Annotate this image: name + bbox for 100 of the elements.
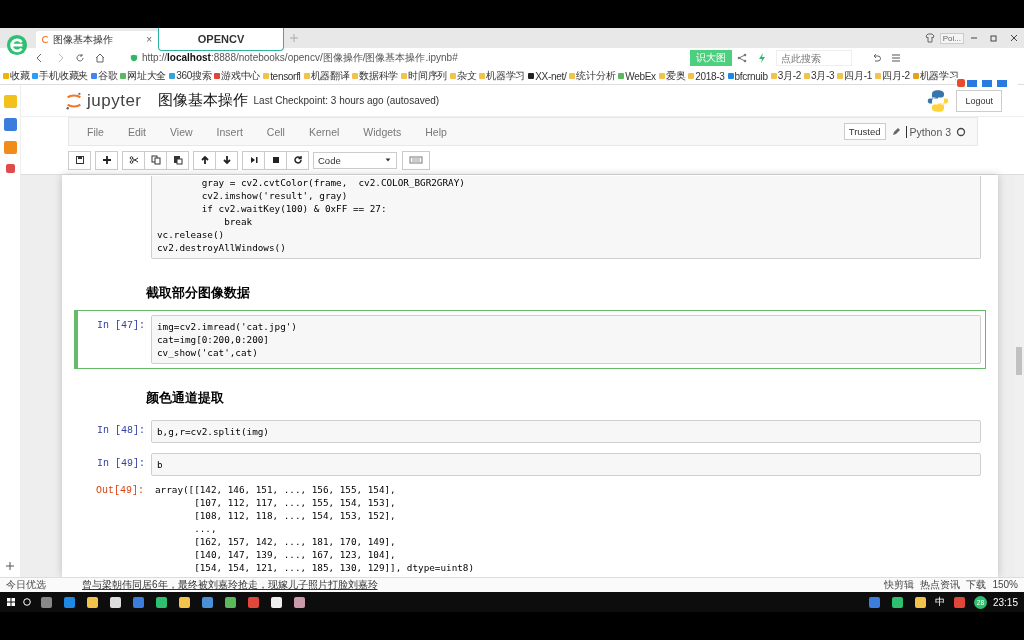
bookmark[interactable]: 四月-1: [837, 69, 872, 83]
tray-icon[interactable]: [891, 596, 903, 608]
status-item[interactable]: 150%: [992, 579, 1018, 591]
start-icon[interactable]: [6, 597, 16, 607]
menu-item[interactable]: View: [158, 125, 205, 138]
bookmark[interactable]: 四月-2: [875, 69, 910, 83]
kernel-status-icon: [956, 126, 966, 137]
news-icon[interactable]: [3, 118, 17, 131]
bookmark[interactable]: WebEx: [618, 70, 656, 82]
tray-icon[interactable]: [868, 596, 880, 608]
bookmark-label: 爱奥: [665, 69, 686, 83]
scrollbar-thumb[interactable]: [1016, 347, 1022, 375]
taskbar-app-icon[interactable]: [225, 596, 236, 608]
output-line: [154, 154, 121, ..., 185, 130, 129]], dtype=uint8): [193, 561, 475, 574]
lightning-icon[interactable]: [757, 53, 767, 63]
bookmark-icon: [120, 73, 127, 79]
shirt-icon[interactable]: [924, 33, 935, 43]
app-icon[interactable]: [5, 164, 15, 173]
scissors-icon: [128, 155, 139, 165]
code-line: cv_show('cat',cat): [157, 346, 259, 359]
paste-button[interactable]: [166, 150, 189, 170]
bookmark-label: 360搜索: [176, 69, 212, 83]
taskbar-app-icon[interactable]: [271, 596, 282, 608]
bookmark[interactable]: 爱奥: [658, 69, 686, 83]
undo-icon[interactable]: [871, 53, 881, 63]
notebook-title[interactable]: 图像基本操作: [157, 91, 248, 110]
restore-icon[interactable]: [989, 33, 999, 43]
bookmark[interactable]: bfcrnuib: [727, 70, 768, 82]
tab-close-button[interactable]: ×: [146, 34, 152, 45]
bookmark[interactable]: 3月-2: [770, 69, 802, 83]
move-up-button[interactable]: [193, 150, 216, 170]
keyboard-icon: [409, 155, 423, 165]
section-heading: 颜色通道提取: [145, 389, 225, 407]
menu-item[interactable]: Insert: [204, 125, 255, 138]
copy-button[interactable]: [144, 150, 167, 170]
bookmark[interactable]: XX-net/: [528, 70, 567, 82]
output-line: [107, 112, 117, ..., 155, 154, 153],: [193, 496, 397, 509]
bookmark-icon: [169, 73, 176, 79]
save-button[interactable]: [68, 150, 91, 170]
bookmark[interactable]: 360搜索: [169, 69, 212, 83]
browser-tab[interactable]: 图像基本操作 ×: [36, 31, 158, 48]
move-down-button[interactable]: [215, 150, 238, 170]
menu-item[interactable]: Edit: [115, 125, 158, 138]
output-line: [140, 147, 139, ..., 167, 123, 104],: [193, 548, 397, 561]
pencil-icon[interactable]: [890, 126, 901, 137]
close-icon[interactable]: [1009, 33, 1019, 43]
input-method-indicator[interactable]: 中: [934, 595, 945, 609]
ime-toolbar-icon[interactable]: [956, 78, 1018, 88]
menu-item[interactable]: Kernel: [296, 125, 352, 138]
taskbar-app-icon[interactable]: [156, 596, 167, 608]
bookmark[interactable]: tensorfl: [263, 70, 301, 82]
search-icon[interactable]: [22, 597, 32, 607]
run-button[interactable]: [242, 150, 265, 170]
bookmark-icon: [401, 73, 408, 79]
menu-item[interactable]: Help: [413, 125, 459, 138]
output-line: ...,: [193, 522, 218, 535]
taskbar-app-icon[interactable]: [294, 596, 305, 608]
logout-button[interactable]: Logout: [956, 89, 1002, 112]
bookmark-label: WebEx: [625, 70, 656, 82]
stop-button[interactable]: [264, 150, 287, 170]
status-item[interactable]: 热点资讯: [920, 579, 961, 591]
reload-icon[interactable]: [75, 53, 85, 63]
taskbar-app-icon[interactable]: [110, 596, 121, 608]
tray-icon[interactable]: [914, 596, 926, 608]
bookmark[interactable]: 谷歌: [90, 69, 118, 83]
add-cell-button[interactable]: [95, 150, 118, 170]
restart-icon: [292, 155, 303, 165]
tab-title: 图像基本操作: [53, 32, 113, 47]
code-line: cv2.destroyAllWindows(): [157, 241, 287, 254]
output-line: array([[142, 146, 151, ..., 156, 155, 154],: [155, 483, 397, 496]
share-icon[interactable]: [737, 53, 747, 63]
clock[interactable]: 23:15: [992, 596, 1018, 608]
taskbar-app-icon[interactable]: [202, 596, 213, 608]
add-icon[interactable]: [5, 561, 15, 571]
bookmark[interactable]: 收藏: [3, 69, 30, 83]
taskbar-app-icon[interactable]: [87, 596, 98, 608]
bookmark[interactable]: 3月-3: [804, 69, 835, 83]
search-field[interactable]: 点此搜索: [776, 50, 852, 66]
bookmark-icon: [479, 73, 486, 79]
bookmark[interactable]: 时间序列: [401, 69, 447, 83]
trusted-indicator[interactable]: Trusted: [843, 123, 886, 140]
home-icon[interactable]: [95, 53, 105, 63]
menu-item[interactable]: Cell: [254, 125, 297, 138]
bookmark[interactable]: 2018-3: [688, 70, 725, 82]
menu-item[interactable]: Widgets: [351, 125, 414, 138]
status-item[interactable]: 下载: [966, 579, 987, 591]
address-field[interactable]: http://localhost:8888/notebooks/opencv/图像操作/图像基本操作.ipynb#: [110, 51, 690, 65]
restart-button[interactable]: [286, 150, 309, 170]
taskbar-app-icon[interactable]: [179, 596, 190, 608]
status-text[interactable]: 今日优选: [6, 579, 46, 591]
jupyter-logo[interactable]: jupyter: [65, 90, 142, 111]
cut-button[interactable]: [122, 150, 145, 170]
cell-type-dropdown[interactable]: Code: [313, 151, 397, 169]
bookmark-icon: [263, 73, 270, 79]
bookmark[interactable]: 杂文: [450, 69, 477, 83]
menu-item[interactable]: File: [75, 125, 116, 138]
news-link[interactable]: 曾与梁朝伟同居6年，最终被刘嘉玲抢走，现嫁儿子照片打脸刘嘉玲: [82, 579, 378, 591]
code-cell[interactable]: In [47]: img=cv2.imread('cat.jpg') cat=img[0:200,0:200] cv_show('cat',cat): [74, 310, 986, 369]
code-line: gray = cv2.cvtColor(frame, cv2.COLOR_BGR2GRAY): [200, 176, 466, 189]
status-item[interactable]: 快剪辑: [884, 579, 915, 591]
